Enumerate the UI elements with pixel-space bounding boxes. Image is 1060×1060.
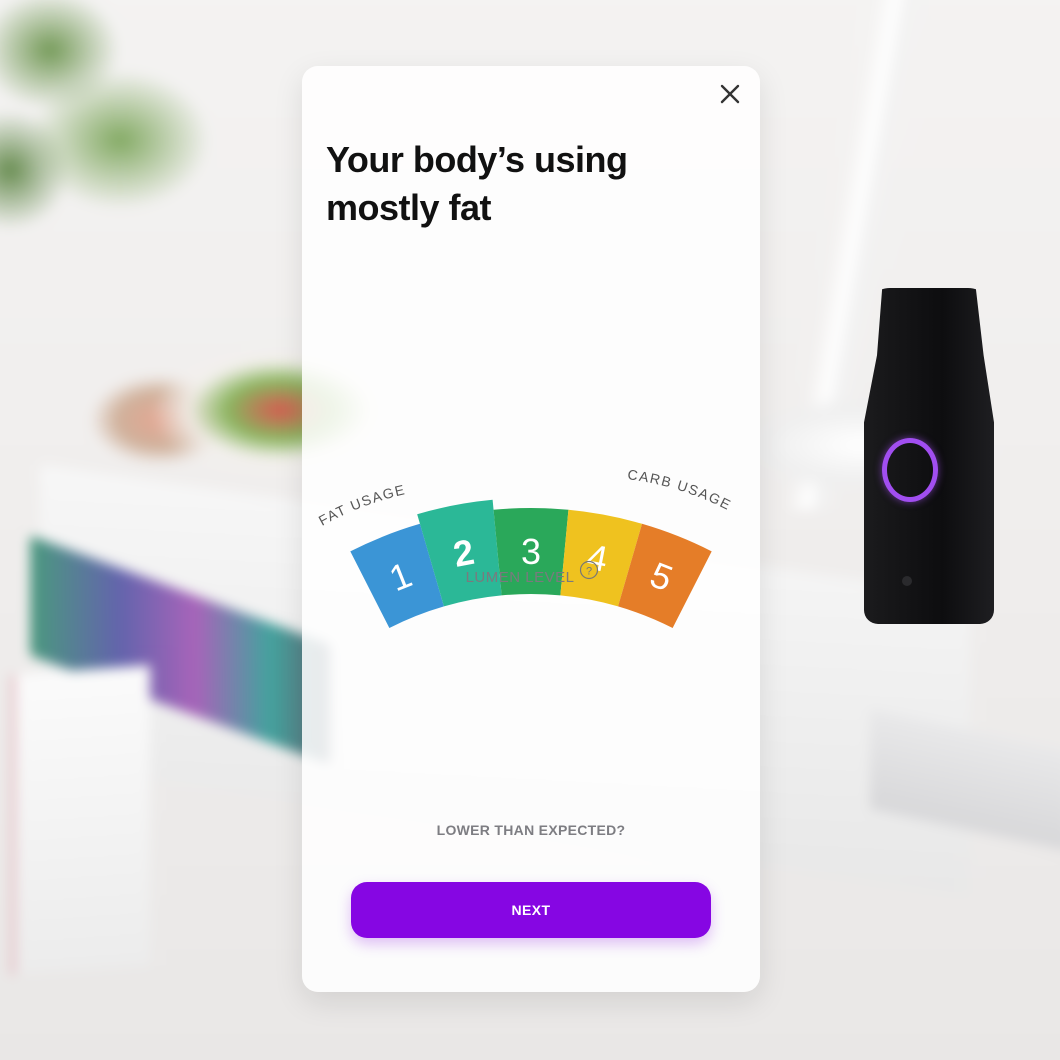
help-icon-glyph: ? xyxy=(586,566,592,578)
carb-usage-label: CARB USAGE xyxy=(627,466,735,513)
device-ring-light xyxy=(882,438,938,502)
lumen-device-image xyxy=(864,288,994,624)
device-button xyxy=(902,576,912,586)
lumen-level-caption: LUMEN LEVEL xyxy=(466,569,575,586)
close-icon xyxy=(720,84,740,104)
plant-image xyxy=(0,0,230,270)
close-button[interactable] xyxy=(716,80,744,108)
next-button[interactable]: NEXT xyxy=(351,882,711,938)
fat-usage-label: FAT USAGE xyxy=(316,481,408,528)
gauge-segment-label-3: 3 xyxy=(521,531,541,572)
gauge-segments: 12 3 4 5 xyxy=(350,499,712,629)
result-modal: Your body’s using mostly fat FAT USAGE C… xyxy=(302,66,760,992)
page-title: Your body’s using mostly fat xyxy=(326,139,628,228)
lower-than-expected-link[interactable]: LOWER THAN EXPECTED? xyxy=(302,822,760,838)
lumen-level-gauge: FAT USAGE CARB USAGE 12345 LUMEN LEVEL ? xyxy=(302,416,760,676)
